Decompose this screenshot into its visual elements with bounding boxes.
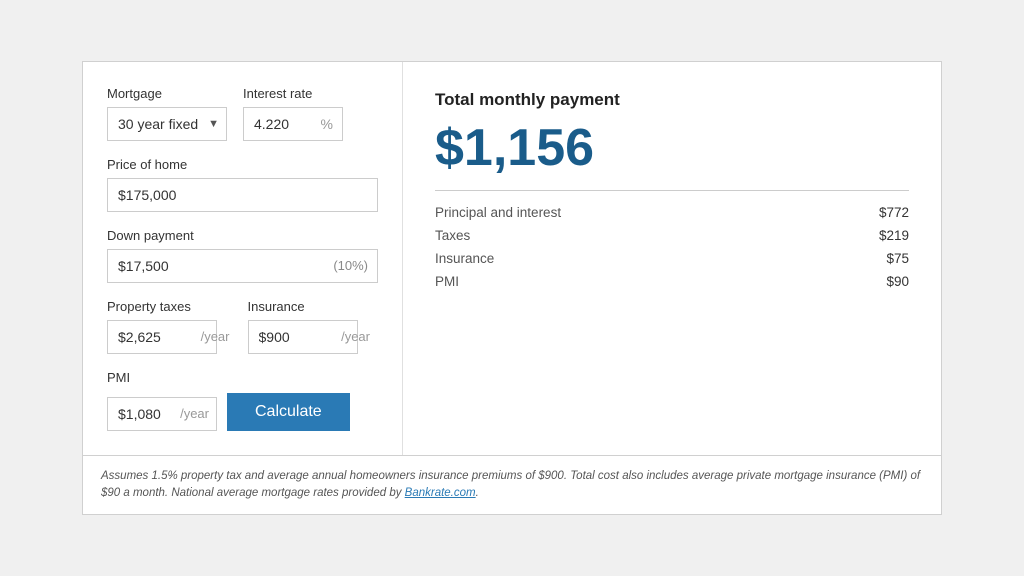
breakdown-row: Principal and interest $772	[435, 205, 909, 220]
breakdown-label: Principal and interest	[435, 205, 561, 220]
breakdown-row: PMI $90	[435, 274, 909, 289]
breakdown-label: Taxes	[435, 228, 470, 243]
pmi-input[interactable]	[107, 397, 217, 431]
insurance-group: Insurance /year	[248, 299, 379, 354]
down-payment-input-wrapper: (10%)	[107, 249, 378, 283]
bankrate-link[interactable]: Bankrate.com	[405, 487, 476, 499]
price-input-wrapper	[107, 178, 378, 212]
interest-rate-label: Interest rate	[243, 86, 343, 101]
breakdown-value: $219	[879, 228, 909, 243]
divider	[435, 190, 909, 191]
total-monthly-amount: $1,156	[435, 118, 909, 178]
price-group: Price of home	[107, 157, 378, 212]
breakdown-row: Taxes $219	[435, 228, 909, 243]
mortgage-label: Mortgage	[107, 86, 227, 101]
main-card: Mortgage 30 year fixed 15 year fixed 5/1…	[82, 61, 942, 456]
breakdown-row: Insurance $75	[435, 251, 909, 266]
taxes-input-wrapper: /year	[107, 320, 238, 354]
top-row-form: Mortgage 30 year fixed 15 year fixed 5/1…	[107, 86, 378, 141]
down-payment-input[interactable]	[107, 249, 378, 283]
taxes-insurance-row: Property taxes /year Insurance /year	[107, 299, 378, 354]
price-input[interactable]	[107, 178, 378, 212]
right-panel: Total monthly payment $1,156 Principal a…	[403, 62, 941, 455]
breakdown-value: $90	[886, 274, 909, 289]
insurance-label: Insurance	[248, 299, 379, 314]
breakdown-value: $772	[879, 205, 909, 220]
footer-link-end: .	[476, 487, 479, 499]
breakdown-label: Insurance	[435, 251, 494, 266]
calculate-button[interactable]: Calculate	[227, 393, 350, 431]
pmi-label-group: PMI	[107, 370, 378, 385]
left-panel: Mortgage 30 year fixed 15 year fixed 5/1…	[83, 62, 403, 455]
insurance-input[interactable]	[248, 320, 358, 354]
taxes-label: Property taxes	[107, 299, 238, 314]
pmi-input-group: /year	[107, 397, 217, 431]
pmi-calc-row: /year Calculate	[107, 393, 378, 431]
pmi-input-wrapper: /year	[107, 397, 217, 431]
down-payment-label: Down payment	[107, 228, 378, 243]
insurance-input-wrapper: /year	[248, 320, 379, 354]
breakdown-label: PMI	[435, 274, 459, 289]
page-wrapper: Mortgage 30 year fixed 15 year fixed 5/1…	[82, 61, 942, 516]
pmi-label: PMI	[107, 370, 378, 385]
total-monthly-label: Total monthly payment	[435, 90, 909, 110]
breakdown-list: Principal and interest $772 Taxes $219 Insur…	[435, 205, 909, 289]
footer-text: Assumes 1.5% property tax and average an…	[101, 470, 920, 499]
taxes-input[interactable]	[107, 320, 217, 354]
mortgage-group: Mortgage 30 year fixed 15 year fixed 5/1…	[107, 86, 227, 141]
price-label: Price of home	[107, 157, 378, 172]
footer-note: Assumes 1.5% property tax and average an…	[82, 456, 942, 516]
interest-rate-input[interactable]	[243, 107, 343, 141]
mortgage-select[interactable]: 30 year fixed 15 year fixed 5/1 ARM	[107, 107, 227, 141]
interest-rate-input-wrapper: %	[243, 107, 343, 141]
taxes-group: Property taxes /year	[107, 299, 238, 354]
mortgage-select-wrapper: 30 year fixed 15 year fixed 5/1 ARM ▼	[107, 107, 227, 141]
down-payment-group: Down payment (10%)	[107, 228, 378, 283]
interest-rate-group: Interest rate %	[243, 86, 343, 141]
breakdown-value: $75	[886, 251, 909, 266]
